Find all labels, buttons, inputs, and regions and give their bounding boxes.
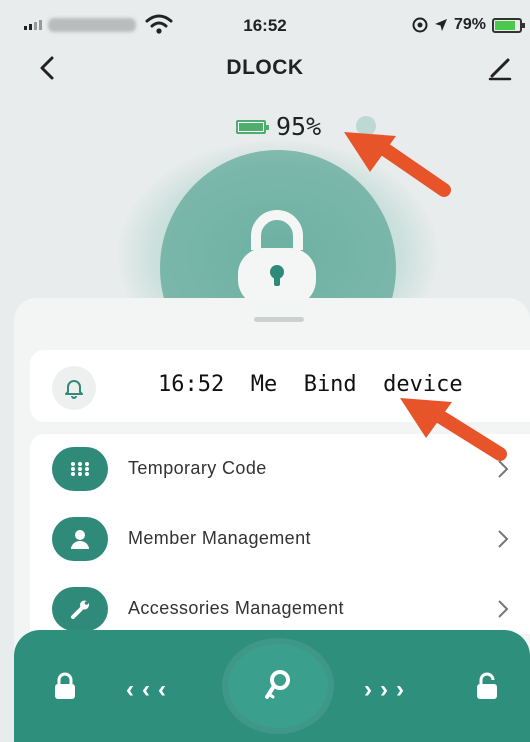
menu-item-accessories-management[interactable]: Accessories Management: [30, 574, 530, 634]
lock-battery-percent: 95%: [276, 112, 322, 141]
unlock-bar: ‹‹‹ ›››: [14, 630, 530, 742]
menu-list: Temporary Code Member Management Accesso…: [30, 434, 530, 634]
edit-button[interactable]: [484, 52, 516, 84]
slide-left-chevrons: ‹‹‹: [126, 676, 174, 703]
nav-bar: DLOCK: [0, 48, 530, 92]
annotation-arrow-battery: [344, 132, 451, 197]
lock-battery-indicator: 95%: [236, 112, 321, 141]
sheet-handle[interactable]: [254, 317, 304, 322]
screen-lock-icon: [412, 17, 428, 33]
annotation-arrow-notification: [400, 398, 507, 461]
menu-item-label: Temporary Code: [128, 458, 267, 478]
key-unlock-button[interactable]: [228, 644, 328, 728]
menu-item-label: Member Management: [128, 528, 311, 548]
menu-item-label: Accessories Management: [128, 598, 344, 618]
location-icon: [434, 19, 447, 31]
padlock-icon: [238, 210, 316, 306]
page-title: DLOCK: [226, 56, 304, 79]
status-bar: 16:52 79%: [0, 0, 530, 48]
key-icon: [265, 670, 290, 699]
chevron-right-icon: [498, 530, 509, 548]
person-icon: [52, 517, 108, 561]
lock-open-icon[interactable]: [474, 672, 500, 700]
battery-charging-icon: [492, 17, 525, 33]
menu-item-member-management[interactable]: Member Management: [30, 504, 530, 574]
keypad-icon: [52, 447, 108, 491]
chevron-right-icon: [498, 600, 509, 618]
lock-battery-icon: [236, 119, 269, 134]
wrench-icon: [52, 587, 108, 631]
lock-closed-icon[interactable]: [52, 672, 78, 700]
status-battery-percent: 79%: [453, 16, 486, 33]
bell-icon: [52, 366, 96, 410]
slide-right-chevrons: ›››: [364, 676, 412, 703]
